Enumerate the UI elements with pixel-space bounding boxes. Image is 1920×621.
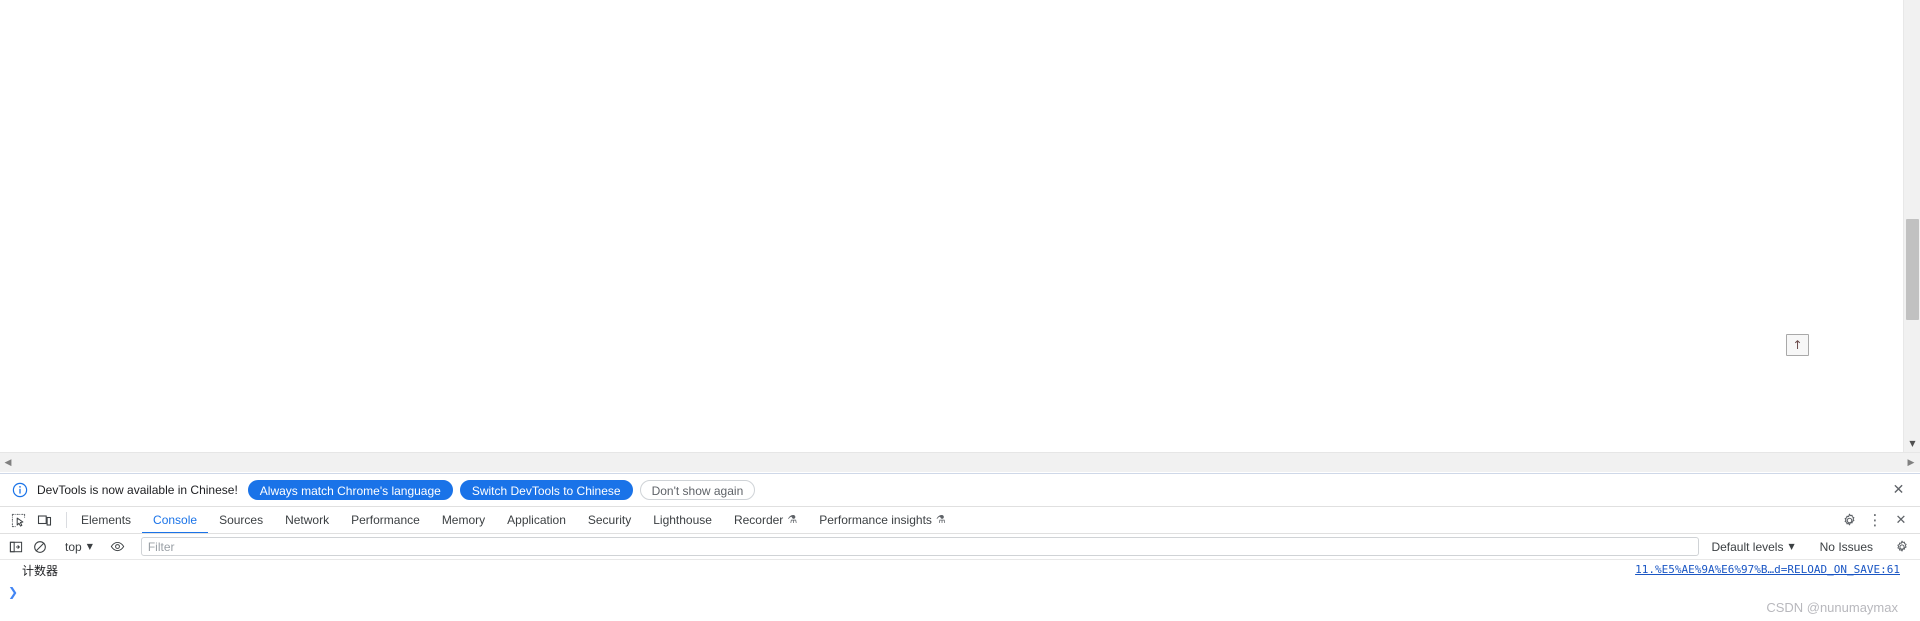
tab-application[interactable]: Application xyxy=(496,507,577,533)
console-filter-input[interactable] xyxy=(140,537,1700,556)
issues-counter[interactable]: No Issues xyxy=(1810,540,1883,554)
eye-icon xyxy=(111,541,125,552)
tab-lighthouse[interactable]: Lighthouse xyxy=(642,507,723,533)
devtools-tool-icons xyxy=(0,507,63,533)
console-sidebar-toggle-button[interactable] xyxy=(4,535,28,559)
console-sidebar-icon xyxy=(9,541,23,552)
tab-label: Performance insights xyxy=(819,512,932,527)
tab-label: Security xyxy=(587,512,632,527)
devtools-tabs: Elements Console Sources Network Perform… xyxy=(70,507,1829,533)
toggle-device-toolbar-button[interactable] xyxy=(31,507,57,533)
tab-performance-insights[interactable]: Performance insights ⚗ xyxy=(808,507,957,533)
tab-label: Network xyxy=(285,512,330,527)
devtools-actions: ⋮ ✕ xyxy=(1829,507,1920,533)
chevron-down-icon: ▼ xyxy=(86,542,93,551)
tab-sources[interactable]: Sources xyxy=(208,507,274,533)
tab-network[interactable]: Network xyxy=(274,507,340,533)
always-match-chrome-language-button[interactable]: Always match Chrome's language xyxy=(247,480,453,500)
arrow-up-button[interactable]: ↑ xyxy=(1786,334,1809,356)
devtools-more-options-button[interactable]: ⋮ xyxy=(1862,507,1888,533)
tab-label: Sources xyxy=(219,512,264,527)
scrollbar-right-arrow-icon[interactable]: ▶ xyxy=(1904,456,1918,470)
page-content-canvas: ↑ xyxy=(0,0,1902,435)
settings-gear-icon xyxy=(1844,513,1854,525)
console-toolbar: top ▼ Default levels ▼ No Issues xyxy=(0,534,1920,560)
arrow-up-icon: ↑ xyxy=(1792,338,1803,352)
context-label: top xyxy=(65,539,82,554)
console-input-prompt[interactable]: ❯ xyxy=(0,581,1920,602)
devtools-close-button[interactable]: ✕ xyxy=(1888,507,1914,533)
tab-label: Recorder xyxy=(733,512,784,527)
devtools-panel: DevTools is now available in Chinese! Al… xyxy=(0,473,1920,621)
tab-security[interactable]: Security xyxy=(577,507,642,533)
devtools-tab-bar: Elements Console Sources Network Perform… xyxy=(0,507,1920,534)
tab-label: Lighthouse xyxy=(653,512,712,527)
inspect-element-icon xyxy=(11,513,25,527)
devtools-settings-button[interactable] xyxy=(1836,507,1862,533)
console-log-levels-selector[interactable]: Default levels ▼ xyxy=(1703,540,1802,554)
experiment-flask-icon: ⚗ xyxy=(787,513,798,526)
tab-performance[interactable]: Performance xyxy=(340,507,431,533)
console-message-text: 计数器 xyxy=(22,564,59,578)
inspect-element-button[interactable] xyxy=(5,507,31,533)
tab-memory[interactable]: Memory xyxy=(431,507,496,533)
tab-label: Performance xyxy=(351,512,420,527)
scrollbar-left-arrow-icon[interactable]: ◀ xyxy=(1,456,15,470)
tab-console[interactable]: Console xyxy=(142,507,209,533)
tab-recorder[interactable]: Recorder ⚗ xyxy=(723,507,808,533)
device-toolbar-icon xyxy=(37,514,51,526)
close-notification-icon[interactable]: ✕ xyxy=(1890,482,1907,499)
scrollbar-down-arrow-icon[interactable]: ▼ xyxy=(1904,440,1920,448)
close-icon: ✕ xyxy=(1895,512,1907,528)
tab-label: Elements xyxy=(81,512,132,527)
prompt-chevron-icon: ❯ xyxy=(8,584,19,599)
page-vertical-scrollbar[interactable]: ▼ xyxy=(1903,0,1920,452)
tab-elements[interactable]: Elements xyxy=(70,507,142,533)
experiment-flask-icon: ⚗ xyxy=(935,513,946,526)
switch-devtools-to-chinese-button[interactable]: Switch DevTools to Chinese xyxy=(459,480,633,500)
dont-show-again-button[interactable]: Don't show again xyxy=(639,480,756,500)
notification-message: DevTools is now available in Chinese! xyxy=(37,483,238,497)
tab-label: Application xyxy=(507,512,566,527)
console-settings-button[interactable] xyxy=(1890,535,1914,559)
javascript-context-selector[interactable]: top ▼ xyxy=(59,540,99,554)
more-options-icon: ⋮ xyxy=(1867,510,1883,529)
tab-label: Memory xyxy=(441,512,486,527)
chevron-down-icon: ▼ xyxy=(1788,542,1795,551)
tab-label: Console xyxy=(153,512,198,527)
tabbar-divider xyxy=(66,512,67,528)
page-viewport: ↑ ▼ xyxy=(0,0,1920,452)
console-message-list: 计数器 11.%E5%AE%9A%E6%97%B…d=RELOAD_ON_SAV… xyxy=(0,560,1920,621)
vertical-scrollbar-thumb[interactable] xyxy=(1906,219,1919,320)
clear-console-icon xyxy=(34,540,46,553)
csdn-watermark: CSDN @nunumaymax xyxy=(1766,600,1898,615)
page-horizontal-scrollbar[interactable]: ◀ ▶ xyxy=(0,452,1920,472)
clear-console-button[interactable] xyxy=(28,535,52,559)
console-message-row[interactable]: 计数器 11.%E5%AE%9A%E6%97%B…d=RELOAD_ON_SAV… xyxy=(0,560,1920,581)
create-live-expression-button[interactable] xyxy=(106,535,130,559)
console-message-source-link[interactable]: 11.%E5%AE%9A%E6%97%B…d=RELOAD_ON_SAVE:61 xyxy=(1635,563,1900,576)
devtools-notification-bar: DevTools is now available in Chinese! Al… xyxy=(0,474,1920,507)
console-settings-gear-icon xyxy=(1897,540,1907,552)
info-circle-icon xyxy=(12,482,28,498)
levels-label: Default levels xyxy=(1711,539,1784,554)
